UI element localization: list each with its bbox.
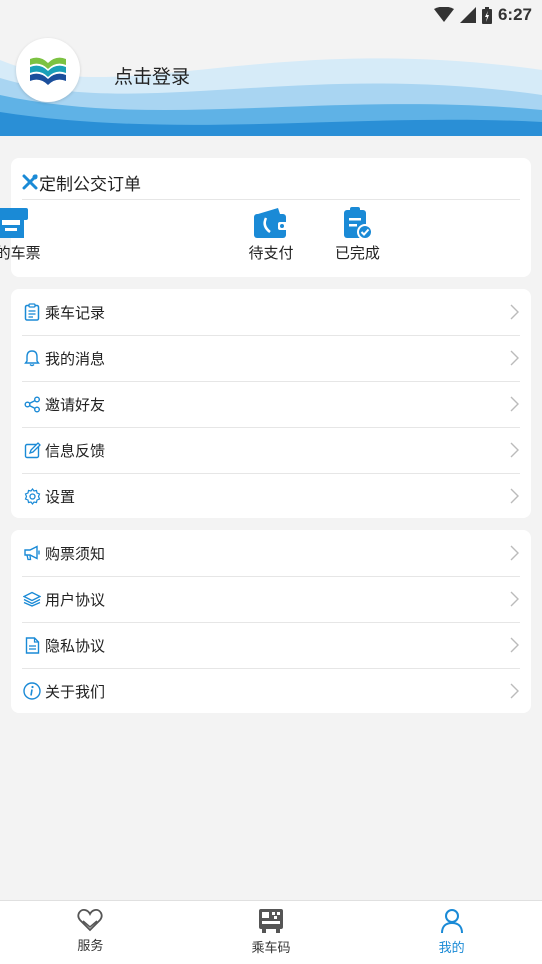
chevron-right-icon [510, 637, 519, 653]
avatar[interactable] [16, 38, 80, 102]
menu-messages-label: 我的消息 [45, 349, 106, 368]
menu-settings-label: 设置 [45, 487, 76, 506]
layers-icon [22, 589, 42, 609]
menu-invite-friends-label: 邀请好友 [45, 395, 106, 414]
app-logo-icon [30, 57, 66, 85]
menu-about-us-label: 关于我们 [45, 682, 106, 701]
menu-privacy-agreement-label: 隐私协议 [45, 636, 106, 655]
completed-label: 已完成 [334, 244, 380, 262]
orders-title-text: 定制公交订单 [39, 174, 141, 195]
menu-feedback-label: 信息反馈 [45, 441, 106, 460]
clipboard-check-icon [344, 207, 374, 240]
tab-mine[interactable]: 我的 [361, 901, 542, 964]
info-icon [22, 681, 42, 701]
bottom-tab-bar: 服务 乘车码 我的 [0, 900, 542, 964]
menu-settings[interactable]: 设置 [11, 473, 531, 519]
menu-privacy-agreement[interactable]: 隐私协议 [11, 622, 531, 668]
menu-ticket-notice[interactable]: 购票须知 [11, 530, 531, 576]
orders-card: 定制公交订单 我的车票 待支付 [0, 158, 531, 277]
menu-feedback[interactable]: 信息反馈 [11, 427, 531, 473]
chevron-right-icon [510, 545, 519, 561]
qr-bus-icon [259, 909, 283, 933]
signal-icon [459, 7, 476, 23]
edit-icon [22, 440, 42, 460]
heart-icon [77, 909, 103, 932]
battery-icon [481, 6, 492, 24]
menu-ticket-notice-label: 购票须知 [45, 544, 106, 563]
my-tickets-label: 我的车票 [0, 244, 41, 262]
menu-group-1: 乘车记录 我的消息 邀请好友 信息反馈 设置 [11, 289, 531, 518]
tab-services-label: 服务 [77, 939, 104, 954]
tab-ride-code-label: 乘车码 [251, 941, 291, 956]
menu-about-us[interactable]: 关于我们 [11, 668, 531, 714]
orders-title: 定制公交订单 [22, 165, 520, 200]
share-icon [22, 394, 42, 414]
menu-messages[interactable]: 我的消息 [11, 335, 531, 381]
bell-icon [22, 348, 42, 368]
chevron-right-icon [510, 396, 519, 412]
document-icon [22, 635, 42, 655]
completed-button[interactable]: 已完成 [271, 203, 444, 273]
status-bar: 6:27 [0, 0, 542, 30]
menu-ride-history-label: 乘车记录 [45, 303, 106, 322]
chevron-right-icon [510, 304, 519, 320]
ticket-machine-icon [0, 208, 28, 238]
tab-services[interactable]: 服务 [0, 901, 181, 964]
menu-user-agreement[interactable]: 用户协议 [11, 576, 531, 622]
menu-user-agreement-label: 用户协议 [45, 590, 106, 609]
menu-group-2: 购票须知 用户协议 隐私协议 关于我们 [11, 530, 531, 713]
person-icon [440, 909, 463, 934]
clipboard-icon [22, 302, 42, 322]
wifi-icon [433, 7, 454, 22]
chevron-right-icon [510, 591, 519, 607]
gear-icon [22, 486, 42, 506]
tab-ride-code[interactable]: 乘车码 [181, 901, 362, 964]
login-link[interactable]: 点击登录 [114, 62, 190, 89]
megaphone-icon [22, 543, 42, 563]
chevron-right-icon [510, 683, 519, 699]
bus-route-icon [22, 174, 38, 190]
clock: 6:27 [497, 5, 532, 24]
tab-mine-label: 我的 [438, 941, 465, 956]
chevron-right-icon [510, 350, 519, 366]
chevron-right-icon [510, 488, 519, 504]
my-tickets-button[interactable]: 我的车票 [0, 203, 97, 273]
orders-shortcuts: 我的车票 待支付 已完成 [0, 203, 531, 273]
chevron-right-icon [510, 442, 519, 458]
menu-invite-friends[interactable]: 邀请好友 [11, 381, 531, 427]
menu-ride-history[interactable]: 乘车记录 [11, 289, 531, 335]
